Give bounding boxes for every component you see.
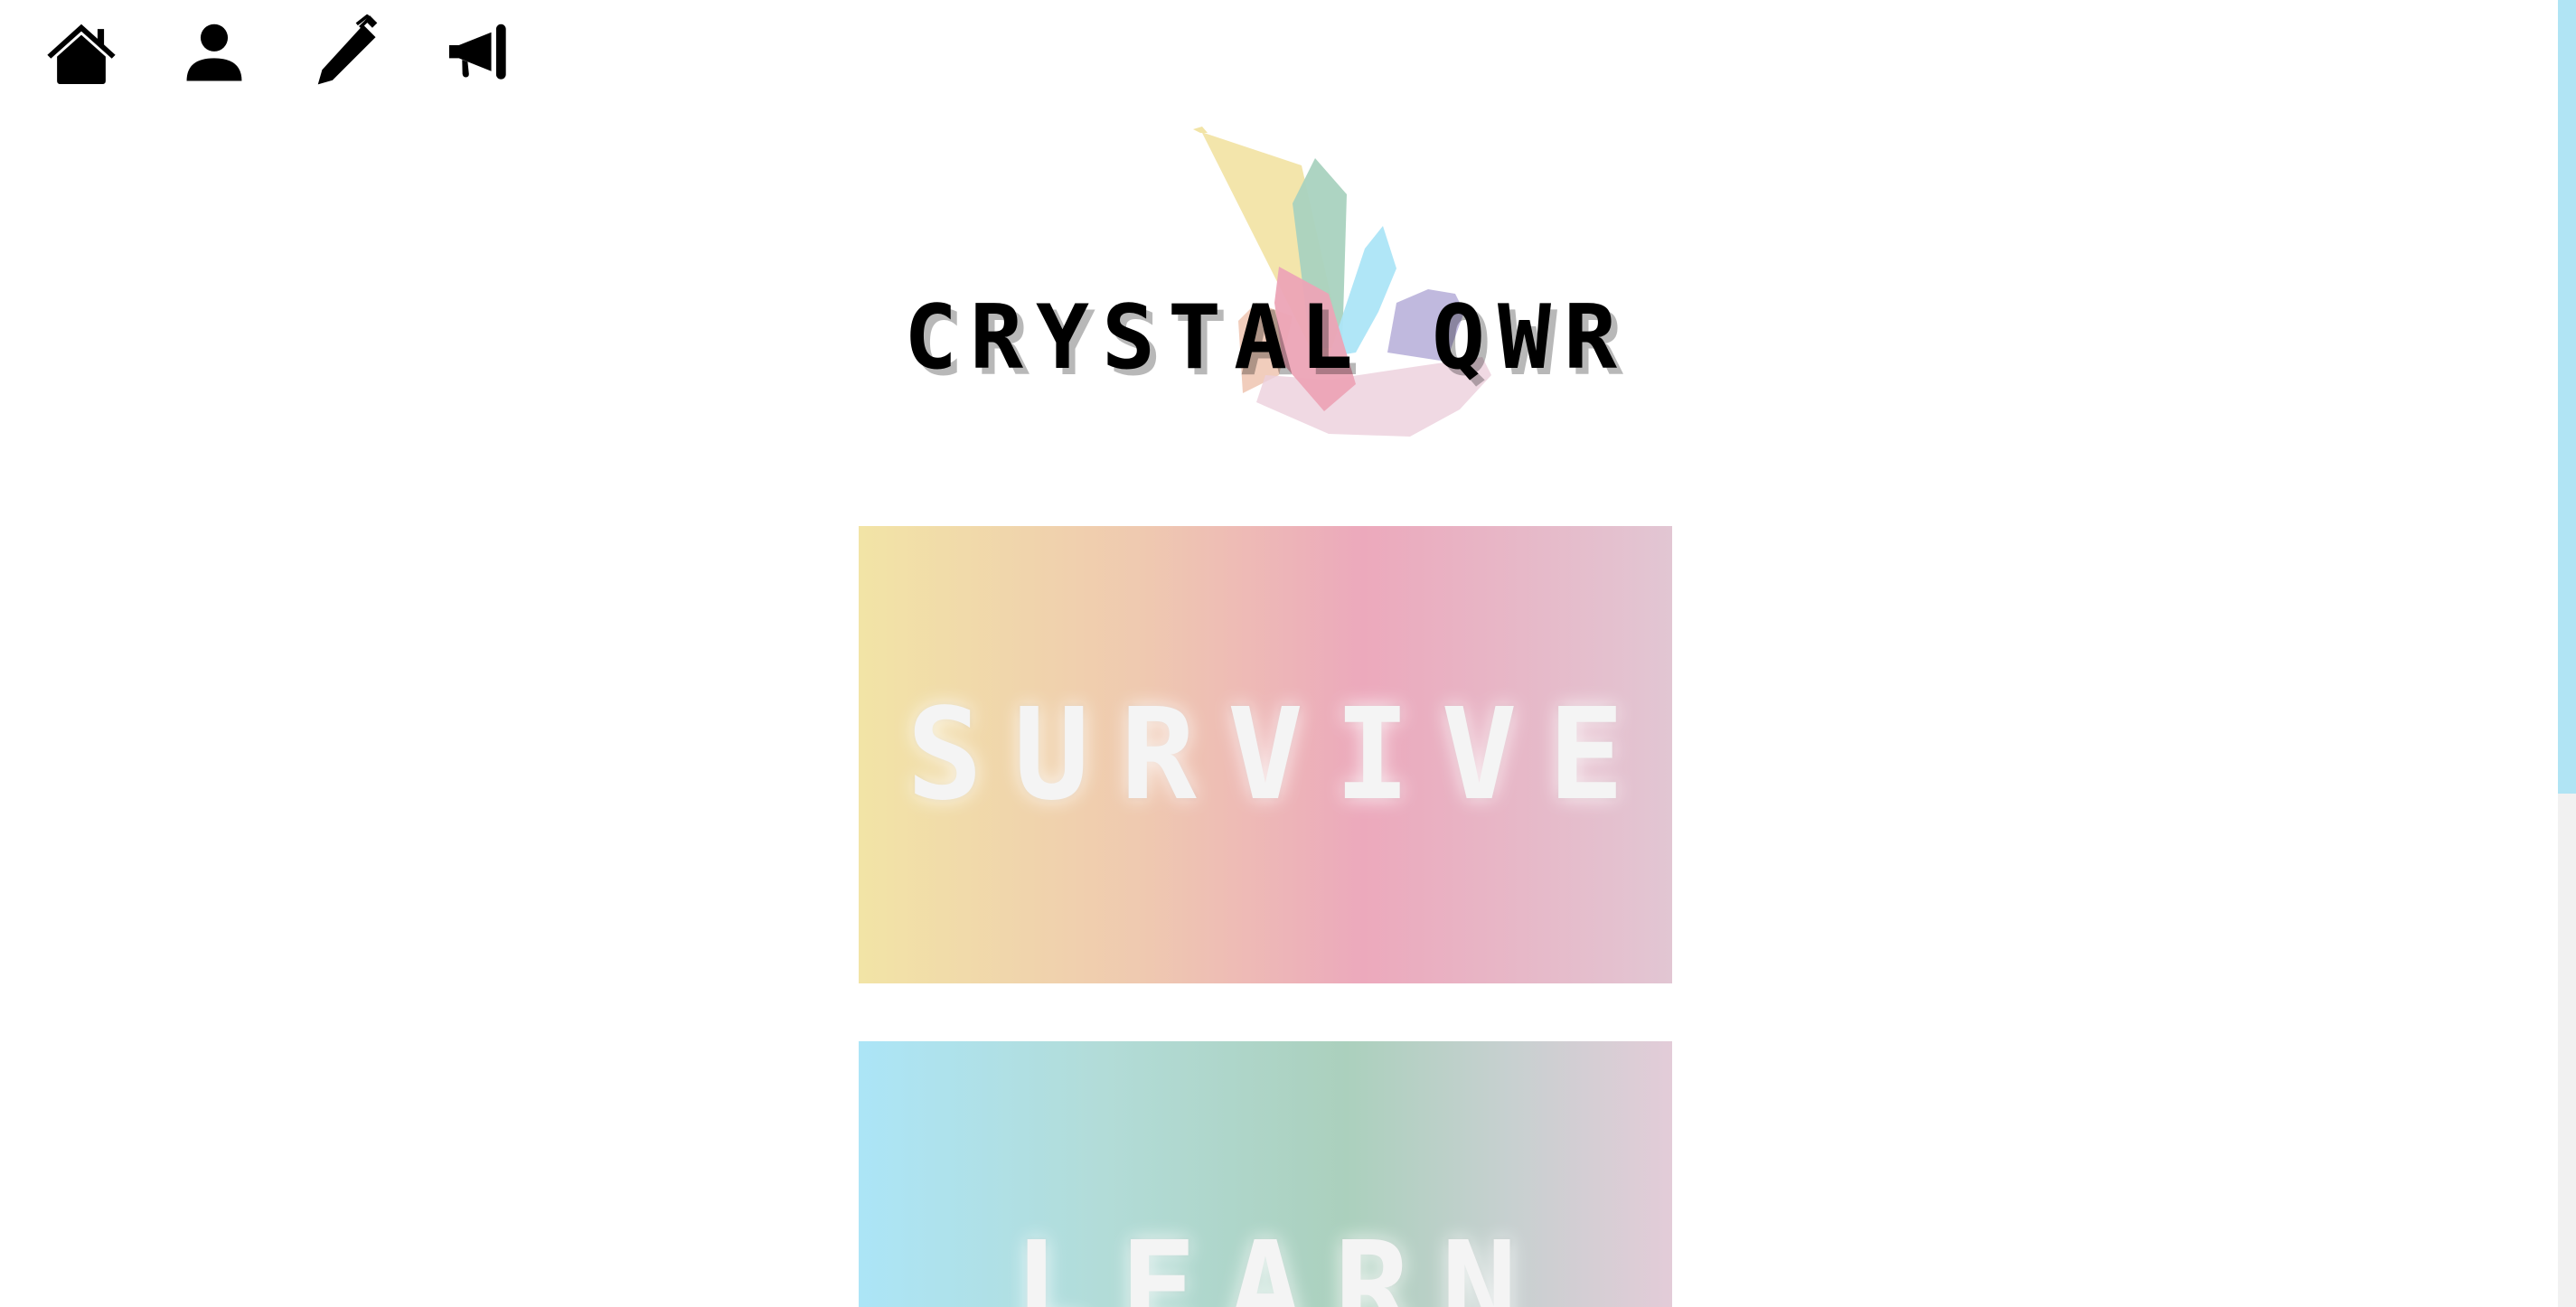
survive-button[interactable]: SURVIVE	[859, 526, 1672, 983]
vertical-scrollbar[interactable]	[2558, 0, 2576, 1307]
pen-icon	[317, 14, 378, 85]
megaphone-icon	[448, 24, 506, 80]
nav-announcements-button[interactable]	[435, 13, 525, 94]
user-icon	[186, 24, 242, 81]
learn-label: LEARN	[1013, 1215, 1548, 1307]
page: CRYSTAL QWR SURVIVE LEARN	[0, 0, 2576, 1307]
learn-button[interactable]: LEARN	[859, 1041, 1672, 1307]
scrollbar-thumb[interactable]	[2558, 0, 2576, 794]
crystal-qwr-logo[interactable]: CRYSTAL QWR	[904, 122, 1627, 465]
nav-home-button[interactable]	[36, 13, 127, 94]
top-nav	[36, 13, 568, 94]
nav-write-button[interactable]	[302, 13, 392, 94]
survive-label: SURVIVE	[906, 681, 1655, 829]
logo-title: CRYSTAL QWR	[904, 287, 1631, 390]
nav-profile-button[interactable]	[169, 13, 259, 94]
home-icon	[47, 24, 116, 85]
